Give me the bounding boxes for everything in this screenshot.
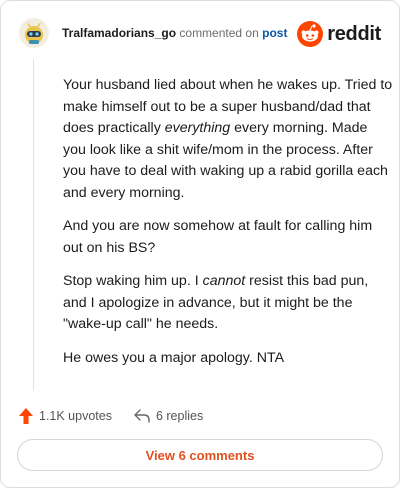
- upvote-count: 1.1K upvotes: [39, 409, 112, 423]
- comment-header: Tralfamadorians_go commented on post red…: [17, 17, 383, 51]
- view-comments-label: View 6 comments: [145, 447, 255, 463]
- comment-paragraph: Stop waking him up. I cannot resist this…: [63, 273, 369, 332]
- upvote-arrow-icon: [19, 408, 33, 424]
- user-avatar[interactable]: [19, 18, 49, 48]
- upvote-button[interactable]: 1.1K upvotes: [19, 408, 112, 424]
- comment-footer: 1.1K upvotes 6 replies: [19, 405, 203, 427]
- replies-button[interactable]: 6 replies: [134, 409, 203, 423]
- comment-paragraph: And you are now somehow at fault for cal…: [63, 218, 373, 256]
- reddit-brand[interactable]: reddit: [297, 20, 381, 48]
- action-text: commented on: [179, 26, 259, 40]
- view-comments-button[interactable]: View 6 comments: [17, 439, 383, 471]
- post-link[interactable]: post: [262, 26, 287, 40]
- comment-paragraph: Your husband lied about when he wakes up…: [63, 77, 393, 201]
- comment-body: Your husband lied about when he wakes up…: [63, 75, 393, 381]
- reddit-logo-icon: [297, 21, 324, 47]
- replies-count: 6 replies: [155, 409, 204, 423]
- comment-paragraph: He owes you a major apology. NTA: [63, 349, 285, 366]
- comment-card: Tralfamadorians_go commented on post red…: [0, 0, 400, 488]
- thread-line[interactable]: [33, 59, 34, 391]
- author-name[interactable]: Tralfamadorians_go: [62, 26, 176, 40]
- reply-arrow-icon: [134, 409, 150, 423]
- author-line: Tralfamadorians_go commented on post: [62, 26, 287, 40]
- snoo-avatar-icon: [19, 18, 49, 48]
- brand-wordmark: reddit: [327, 22, 381, 45]
